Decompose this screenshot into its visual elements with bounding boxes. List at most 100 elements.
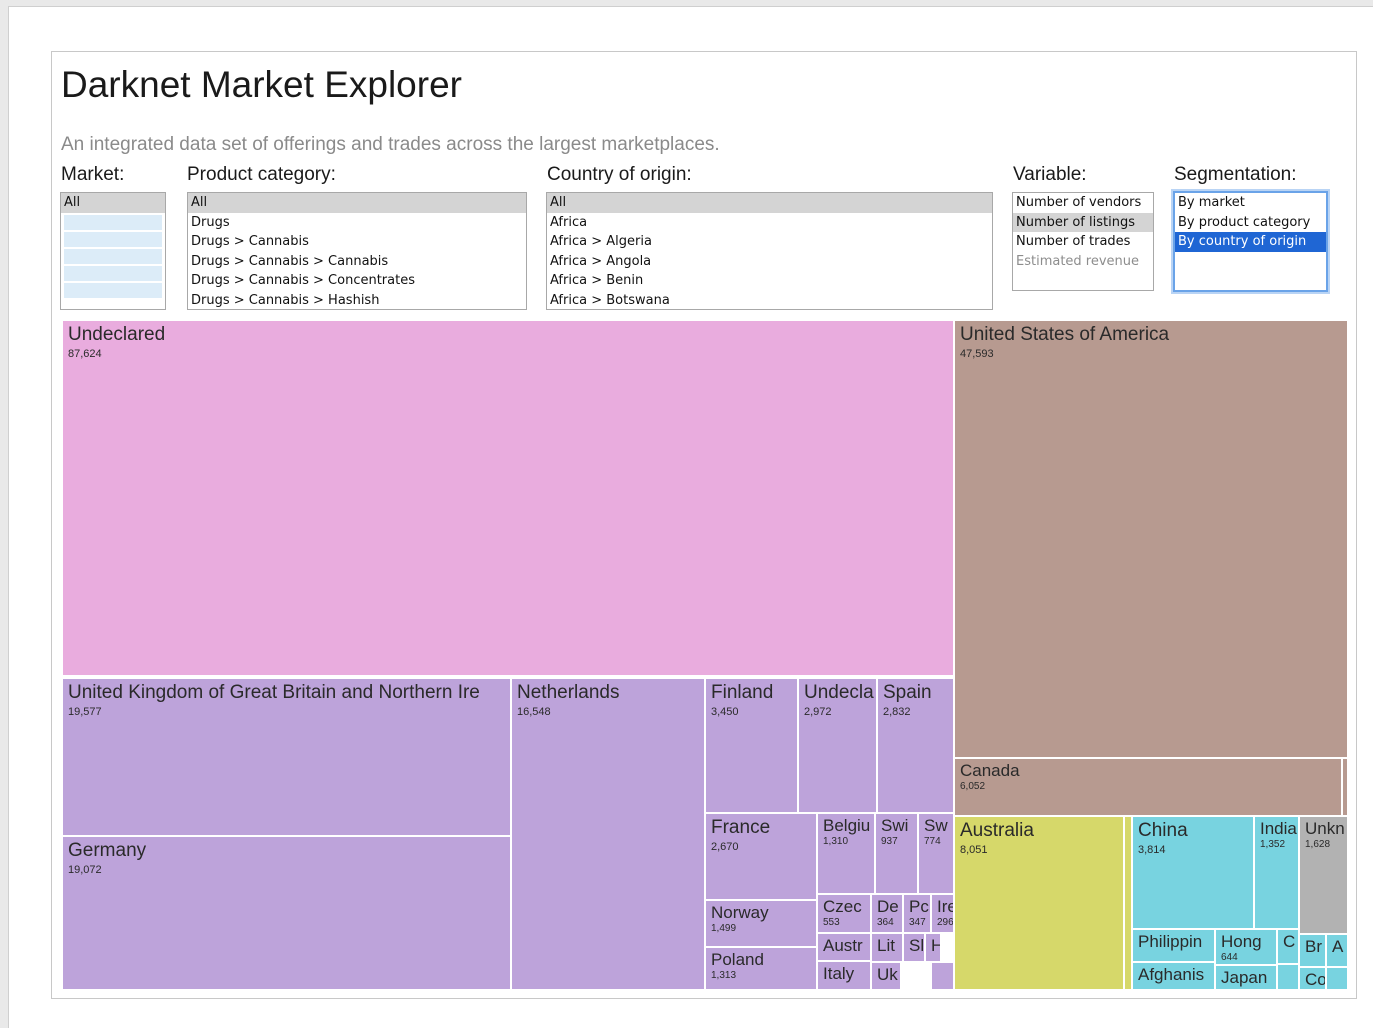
variable-option-number-of-trades[interactable]: Number of trades	[1013, 232, 1153, 252]
country-of-origin-option-africa[interactable]: Africa	[547, 213, 992, 233]
treemap-tile-pc[interactable]: Pc 347	[903, 894, 931, 933]
treemap-tile-value: 19,072	[68, 864, 102, 876]
treemap-tile-value: 6,052	[960, 781, 986, 792]
treemap-tile-label: Ire	[937, 897, 953, 916]
treemap-tile-france[interactable]: France 2,670	[705, 813, 817, 900]
treemap-tile-hong[interactable]: Hong 644	[1215, 929, 1277, 965]
treemap-tile-a[interactable]: A	[1326, 934, 1348, 967]
segmentation-option-by-product-category[interactable]: By product category	[1175, 213, 1326, 233]
country-of-origin-option-africa-botswana[interactable]: Africa > Botswana	[547, 291, 992, 310]
variable-select[interactable]: Number of vendors Number of listings Numbe…	[1012, 192, 1154, 291]
treemap-tile-japan[interactable]: Japan	[1215, 965, 1277, 990]
treemap-tile-label: Belgiu	[823, 816, 871, 835]
treemap-tile-china[interactable]: China 3,814	[1132, 816, 1254, 929]
segmentation-option-by-market[interactable]: By market	[1175, 193, 1326, 213]
treemap-tile-spain[interactable]: Spain 2,832	[877, 678, 954, 813]
treemap-tile-label: Swi	[881, 816, 909, 835]
product-category-option-all[interactable]: All	[188, 193, 526, 213]
treemap-tile-value: 1,310	[823, 836, 849, 847]
segmentation-option-by-country-of-origin[interactable]: By country of origin	[1175, 232, 1326, 252]
product-category-option-drugs-cannabis-hashish[interactable]: Drugs > Cannabis > Hashish	[188, 291, 526, 310]
treemap-tile-label: Austr	[823, 936, 863, 955]
treemap-tile-br[interactable]: Br	[1299, 934, 1326, 967]
treemap-tile-undeclared[interactable]: Undeclared 87,624	[62, 320, 954, 676]
treemap-tile-austr[interactable]: Austr	[817, 933, 871, 961]
country-of-origin-option-all[interactable]: All	[547, 193, 992, 213]
treemap-tile-belgiu[interactable]: Belgiu 1,310	[817, 813, 875, 894]
market-empty-option	[64, 214, 162, 230]
variable-label: Variable:	[1013, 164, 1087, 185]
treemap-tile-label: India	[1260, 819, 1297, 838]
country-of-origin-option-africa-benin[interactable]: Africa > Benin	[547, 271, 992, 291]
treemap-tile-label: Afghanis	[1138, 965, 1205, 984]
treemap-tile-poland[interactable]: Poland 1,313	[705, 947, 817, 990]
treemap-tile-swi[interactable]: Swi 937	[875, 813, 918, 894]
product-category-option-drugs-cannabis[interactable]: Drugs > Cannabis	[188, 232, 526, 252]
product-category-option-drugs-cannabis-cannabis[interactable]: Drugs > Cannabis > Cannabis	[188, 252, 526, 272]
treemap-tile-norway[interactable]: Norway 1,499	[705, 900, 817, 947]
treemap-tile-value: 364	[877, 917, 894, 928]
treemap-tile-undecla[interactable]: Undecla 2,972	[798, 678, 877, 813]
treemap-tile-india[interactable]: India 1,352	[1254, 816, 1299, 929]
treemap-tile-germany[interactable]: Germany 19,072	[62, 836, 511, 990]
treemap-tile-de[interactable]: De 364	[871, 894, 903, 933]
treemap-tile-australia[interactable]: Australia 8,051	[954, 816, 1124, 990]
segmentation-select[interactable]: By market By product category By country o…	[1173, 191, 1328, 292]
treemap-tile-lit[interactable]: Lit	[871, 933, 903, 962]
treemap-tile-united-states-of-america[interactable]: United States of America 47,593	[954, 320, 1348, 758]
product-category-select[interactable]: All Drugs Drugs > Cannabis Drugs > Cannabis…	[187, 192, 527, 310]
country-of-origin-option-africa-algeria[interactable]: Africa > Algeria	[547, 232, 992, 252]
treemap-small-tiles[interactable]	[1277, 964, 1299, 990]
variable-option-number-of-vendors[interactable]: Number of vendors	[1013, 193, 1153, 213]
treemap-tile-label: Spain	[883, 682, 932, 703]
treemap-tile-value: 8,051	[960, 844, 988, 856]
page-title: Darknet Market Explorer	[61, 64, 462, 105]
treemap-small-tiles[interactable]	[1342, 758, 1348, 816]
treemap-chart: Undeclared 87,624 United States of America…	[62, 320, 1348, 990]
treemap-tile-afghanis[interactable]: Afghanis	[1132, 962, 1215, 990]
treemap-small-tiles[interactable]	[1124, 816, 1132, 990]
treemap-tile-co[interactable]: Co	[1299, 967, 1326, 990]
treemap-small-tiles[interactable]	[931, 962, 954, 990]
treemap-tile-netherlands[interactable]: Netherlands 16,548	[511, 678, 705, 990]
treemap-tile-label: Lit	[877, 936, 895, 955]
treemap-tile-label: Sl	[909, 936, 925, 955]
treemap-tile-label: Finland	[711, 682, 774, 703]
treemap-tile-label: C	[1283, 932, 1296, 951]
treemap-tile-value: 87,624	[68, 348, 102, 360]
treemap-tile-label: Uk	[877, 965, 898, 984]
treemap-tile-value: 644	[1221, 952, 1238, 963]
treemap-tile-ire[interactable]: Ire296	[931, 894, 954, 933]
treemap-tile-sw[interactable]: Sw 774	[918, 813, 954, 894]
product-category-option-drugs-cannabis-concentrates[interactable]: Drugs > Cannabis > Concentrates	[188, 271, 526, 291]
treemap-tile-c[interactable]: C	[1277, 929, 1299, 964]
country-of-origin-select[interactable]: All Africa Africa > Algeria Africa > Angola…	[546, 192, 993, 310]
country-of-origin-option-africa-angola[interactable]: Africa > Angola	[547, 252, 992, 272]
treemap-tile-czec[interactable]: Czec 553	[817, 894, 871, 933]
treemap-tile-h[interactable]: H	[925, 933, 941, 962]
variable-option-estimated-revenue[interactable]: Estimated revenue	[1013, 252, 1153, 272]
treemap-tile-label: H	[931, 936, 940, 956]
treemap-tile-label: Br	[1305, 937, 1322, 956]
market-option-all[interactable]: All	[61, 193, 165, 213]
treemap-tile-value: 3,814	[1138, 844, 1166, 856]
treemap-tile-value: 19,577	[68, 706, 102, 718]
treemap-tile-italy[interactable]: Italy	[817, 961, 871, 990]
treemap-tile-unkn[interactable]: Unkn 1,628	[1299, 816, 1348, 934]
variable-option-number-of-listings[interactable]: Number of listings	[1013, 212, 1153, 232]
treemap-tile-label: Undecla	[804, 682, 874, 703]
treemap-tile-label: Czec	[823, 897, 862, 916]
product-category-option-drugs[interactable]: Drugs	[188, 213, 526, 233]
treemap-tile-canada[interactable]: Canada 6,052	[954, 758, 1342, 816]
market-select[interactable]: All	[60, 192, 166, 310]
treemap-tile-philippin[interactable]: Philippin	[1132, 929, 1215, 962]
treemap-tile-label: A	[1332, 937, 1344, 956]
treemap-tile-uk[interactable]: Uk	[871, 962, 901, 990]
treemap-tile-value: 347	[909, 917, 926, 928]
treemap-small-tiles[interactable]	[1326, 967, 1348, 990]
treemap-tile-finland[interactable]: Finland 3,450	[705, 678, 798, 813]
treemap-tile-label: Poland	[711, 950, 764, 969]
treemap-tile-value: 47,593	[960, 348, 994, 360]
treemap-tile-sl[interactable]: Sl	[903, 933, 925, 962]
treemap-tile-united-kingdom-of-great-britain-and-northern-ire[interactable]: United Kingdom of Great Britain and Nort…	[62, 678, 511, 836]
